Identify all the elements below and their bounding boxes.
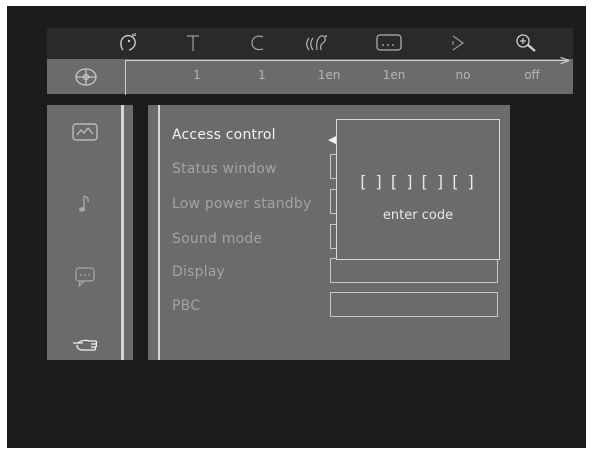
panel-separator (158, 105, 160, 360)
subtitle-value: 1en (382, 68, 406, 82)
hand-pointer-icon[interactable] (65, 331, 105, 361)
menu-item-low-power-standby[interactable]: Low power standby (172, 196, 311, 212)
enter-code-label: enter code (382, 208, 454, 223)
toolbar-divider (125, 60, 567, 61)
menu-item-sound-mode[interactable]: Sound mode (172, 231, 262, 247)
code-entry[interactable]: [ ] [ ] [ ] [ ] (337, 172, 499, 191)
subtitle-icon[interactable] (371, 30, 407, 56)
music-note-icon[interactable] (65, 189, 105, 219)
subtitle-bubble-icon[interactable] (65, 262, 105, 292)
chapter-icon[interactable] (243, 30, 273, 56)
toolbar-vertical-divider (125, 60, 126, 95)
audio-icon[interactable] (303, 30, 333, 56)
menu-item-pbc[interactable]: PBC (172, 298, 200, 314)
angle-icon[interactable] (443, 30, 473, 56)
picture-icon[interactable] (65, 117, 105, 147)
osd-screen: 1 1 1en 1en no off > Access control Stat… (7, 6, 586, 448)
menu-item-display[interactable]: Display (172, 264, 225, 280)
face-icon[interactable] (113, 30, 143, 56)
title-icon[interactable] (178, 30, 208, 56)
audio-value: 1en (317, 68, 341, 82)
sidebar-separator (121, 105, 124, 360)
title-value: 1 (193, 68, 201, 82)
menu-item-status-window[interactable]: Status window (172, 161, 277, 177)
top-toolbar (47, 28, 573, 59)
sidebar (47, 105, 133, 360)
menu-item-access-control[interactable]: Access control (172, 127, 276, 143)
scroll-right-arrow-icon[interactable]: > (559, 53, 571, 69)
zoom-icon[interactable] (511, 30, 541, 56)
disc-icon (47, 59, 125, 94)
access-code-popup[interactable]: [ ] [ ] [ ] [ ] enter code (336, 119, 500, 260)
zoom-value: off (524, 68, 540, 82)
chapter-value: 1 (258, 68, 266, 82)
pbc-field[interactable] (330, 292, 498, 317)
display-field[interactable] (330, 258, 498, 283)
angle-value: no (455, 68, 471, 82)
